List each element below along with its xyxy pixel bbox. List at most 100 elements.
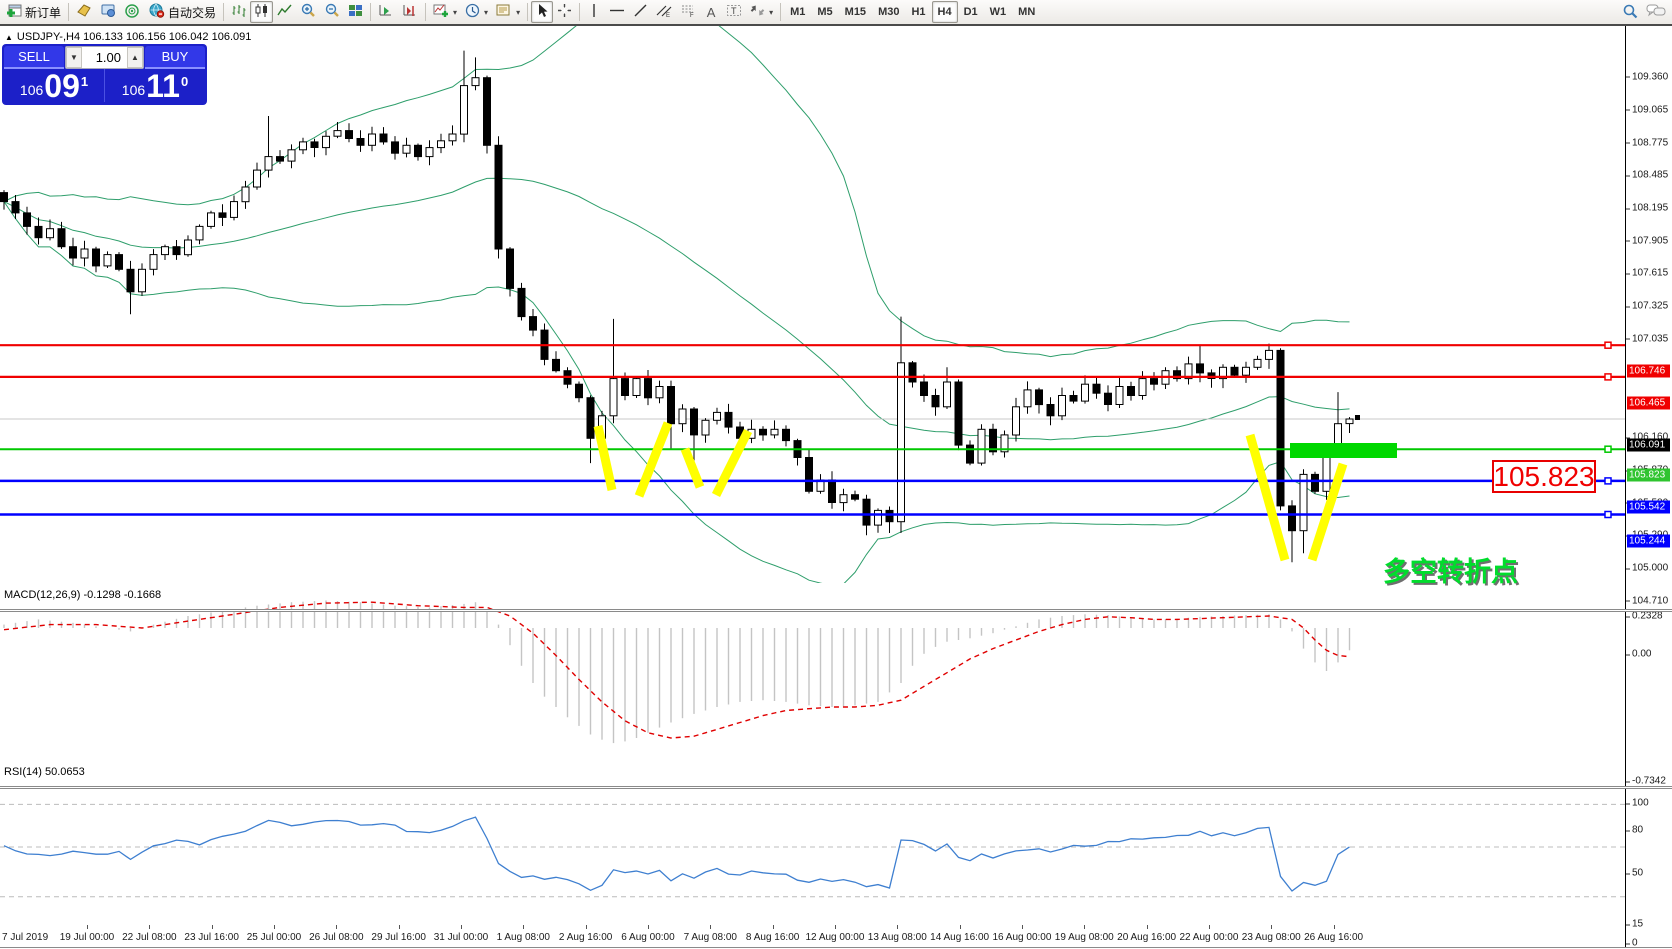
time-axis-label: 26 Aug 16:00: [1304, 932, 1363, 943]
auto-scroll-button[interactable]: [374, 1, 398, 23]
pane-separator[interactable]: [0, 609, 1672, 612]
indicators-button[interactable]: ▾: [429, 1, 461, 23]
line-price-label: 106.746: [1627, 365, 1670, 378]
buy-button[interactable]: BUY: [145, 46, 205, 69]
market-watch-button[interactable]: [96, 1, 120, 23]
mt4-window: 新订单 自动交易: [0, 0, 1672, 949]
timeframe-button-m1[interactable]: M1: [784, 1, 811, 23]
arrows-icon: [750, 3, 765, 21]
macd-pane[interactable]: [0, 586, 1625, 760]
timeframe-button-m5[interactable]: M5: [811, 1, 838, 23]
horizontal-line-tool[interactable]: [605, 1, 629, 23]
time-axis-label: 19 Jul 00:00: [60, 932, 115, 943]
macd-label: MACD(12,26,9) -0.1298 -0.1668: [4, 589, 161, 601]
time-axis-label: 29 Jul 16:00: [371, 932, 426, 943]
cursor-button[interactable]: [531, 1, 553, 23]
time-axis[interactable]: 7 Jul 201919 Jul 00:0022 Jul 08:0023 Jul…: [0, 925, 1672, 949]
timeframe-button-m15[interactable]: M15: [839, 1, 872, 23]
chat-icon: [1646, 3, 1666, 22]
line-chart-button[interactable]: [273, 1, 296, 23]
time-axis-tick: [274, 925, 275, 929]
timeframe-button-h4[interactable]: H4: [932, 1, 958, 23]
bar-chart-icon: [231, 3, 246, 21]
fibonacci-icon: F: [680, 3, 696, 21]
zoom-out-button[interactable]: [320, 1, 344, 23]
text-label-icon: T: [726, 3, 742, 21]
pane-separator[interactable]: [0, 786, 1672, 789]
separator: [579, 3, 580, 21]
volume-increase-button[interactable]: ▲: [127, 47, 143, 68]
sell-price[interactable]: 106091: [4, 69, 104, 102]
time-axis-label: 7 Jul 2019: [2, 932, 48, 943]
symbols-button[interactable]: [72, 1, 96, 23]
turning-point-note[interactable]: 多空转折点: [1383, 550, 1518, 589]
axis-tick-label: 107.615: [1632, 268, 1668, 279]
sell-button[interactable]: SELL: [4, 46, 64, 69]
channel-tool[interactable]: E: [652, 1, 676, 23]
vertical-line-tool[interactable]: [583, 1, 605, 23]
timeframe-button-w1[interactable]: W1: [984, 1, 1013, 23]
fibonacci-tool[interactable]: F: [676, 1, 700, 23]
templates-button[interactable]: ▾: [492, 1, 524, 23]
collapse-arrow-icon[interactable]: ▲: [5, 33, 13, 42]
navigator-button[interactable]: [120, 1, 144, 23]
separator: [425, 3, 426, 21]
axis-tick-label: 107.905: [1632, 235, 1668, 246]
time-axis-label: 20 Aug 16:00: [1117, 932, 1176, 943]
level-price-callout[interactable]: 105.823: [1492, 460, 1596, 493]
crosshair-button[interactable]: [553, 1, 576, 23]
axis-tick-label: 50: [1632, 868, 1643, 879]
candlestick-button[interactable]: [250, 1, 273, 23]
line-price-label: 106.465: [1627, 396, 1670, 409]
trendline-tool[interactable]: [629, 1, 652, 23]
axis-tick-label: 104.710: [1632, 595, 1668, 606]
volume-decrease-button[interactable]: ▼: [66, 47, 82, 68]
bar-chart-button[interactable]: [227, 1, 250, 23]
text-tool[interactable]: A: [700, 1, 722, 23]
axis-tick-label: 0.00: [1632, 649, 1651, 660]
autotrading-button[interactable]: 自动交易: [144, 1, 220, 23]
volume-input[interactable]: 1.00: [82, 47, 127, 68]
buy-price-point: 0: [181, 74, 188, 101]
text-tool-glyph: A: [707, 5, 716, 20]
svg-text:T: T: [731, 6, 737, 16]
time-axis-tick: [586, 925, 587, 929]
time-axis-tick: [523, 925, 524, 929]
separator: [527, 3, 528, 21]
buy-price[interactable]: 106110: [105, 69, 205, 102]
new-order-button[interactable]: 新订单: [2, 1, 65, 23]
search-button[interactable]: [1618, 1, 1642, 23]
tile-windows-button[interactable]: [344, 1, 367, 23]
periods-button[interactable]: ▾: [461, 1, 492, 23]
timeframe-button-d1[interactable]: D1: [958, 1, 984, 23]
timeframe-button-m30[interactable]: M30: [872, 1, 905, 23]
axis-tick-label: 108.195: [1632, 203, 1668, 214]
zoom-out-icon: [324, 3, 340, 21]
time-axis-tick: [1334, 925, 1335, 929]
time-axis-label: 25 Jul 00:00: [247, 932, 302, 943]
zoom-in-button[interactable]: [296, 1, 320, 23]
tag-icon: [76, 3, 92, 21]
chart-area[interactable]: ▲USDJPY-,H4 106.133 106.156 106.042 106.…: [0, 26, 1625, 949]
text-label-tool[interactable]: T: [722, 1, 746, 23]
line-price-label: 105.244: [1627, 534, 1670, 547]
chat-button[interactable]: [1642, 1, 1670, 23]
time-axis-tick: [149, 925, 150, 929]
chart-shift-button[interactable]: [398, 1, 422, 23]
horizontal-line-icon: [609, 3, 625, 21]
separator: [223, 3, 224, 21]
time-axis-label: 12 Aug 00:00: [805, 932, 864, 943]
arrows-tool[interactable]: ▾: [746, 1, 777, 23]
timeframe-button-h1[interactable]: H1: [905, 1, 931, 23]
buy-price-pips: 11: [146, 71, 180, 101]
price-axis[interactable]: 109.360109.065108.775108.485108.195107.9…: [1625, 26, 1672, 949]
main-chart-pane[interactable]: [0, 26, 1625, 583]
time-axis-label: 22 Jul 08:00: [122, 932, 177, 943]
timeframe-bar: M1M5M15M30H1H4D1W1MN: [784, 1, 1041, 23]
svg-text:F: F: [690, 13, 694, 18]
time-axis-tick: [1147, 925, 1148, 929]
time-axis-label: 31 Jul 00:00: [434, 932, 489, 943]
separator: [68, 3, 69, 21]
timeframe-button-mn[interactable]: MN: [1012, 1, 1041, 23]
time-axis-tick: [87, 925, 88, 929]
